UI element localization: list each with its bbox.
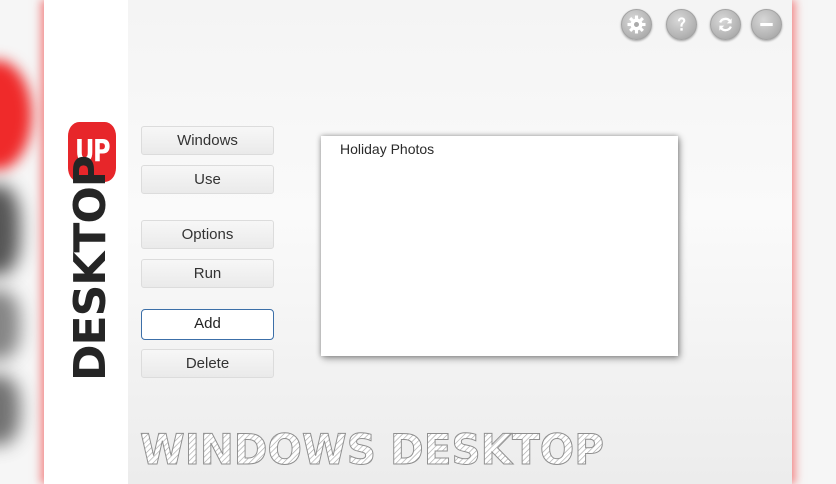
minimize-button[interactable] <box>751 9 782 40</box>
delete-button[interactable]: Delete <box>141 349 274 378</box>
footer-label-text: WINDOWS DESKTOP <box>140 425 604 473</box>
footer-label: WINDOWS DESKTOP <box>138 421 608 475</box>
minimize-icon <box>760 22 773 27</box>
blurred-dark-shape <box>0 290 20 360</box>
add-button[interactable]: Add <box>141 309 274 340</box>
help-icon <box>677 17 686 31</box>
run-button[interactable]: Run <box>141 259 274 288</box>
app-window: UP DESKTOP Windows Use Options Run Add D… <box>44 0 792 484</box>
gear-icon <box>627 15 646 34</box>
options-button[interactable]: Options <box>141 220 274 249</box>
logo-desktop-text: DESKTOP <box>65 155 116 381</box>
use-button[interactable]: Use <box>141 165 274 194</box>
refresh-icon <box>719 17 732 32</box>
settings-button[interactable] <box>621 9 652 40</box>
blurred-dark-shape <box>0 185 20 275</box>
logo-panel: UP DESKTOP <box>44 0 128 484</box>
help-button[interactable] <box>666 9 697 40</box>
items-list[interactable]: Holiday Photos <box>321 136 678 356</box>
blurred-dark-shape <box>0 375 20 445</box>
blurred-red-shape <box>0 60 32 170</box>
windows-button[interactable]: Windows <box>141 126 274 155</box>
footer-label-art: WINDOWS DESKTOP <box>140 425 605 475</box>
refresh-button[interactable] <box>710 9 741 40</box>
list-item[interactable]: Holiday Photos <box>340 140 434 158</box>
